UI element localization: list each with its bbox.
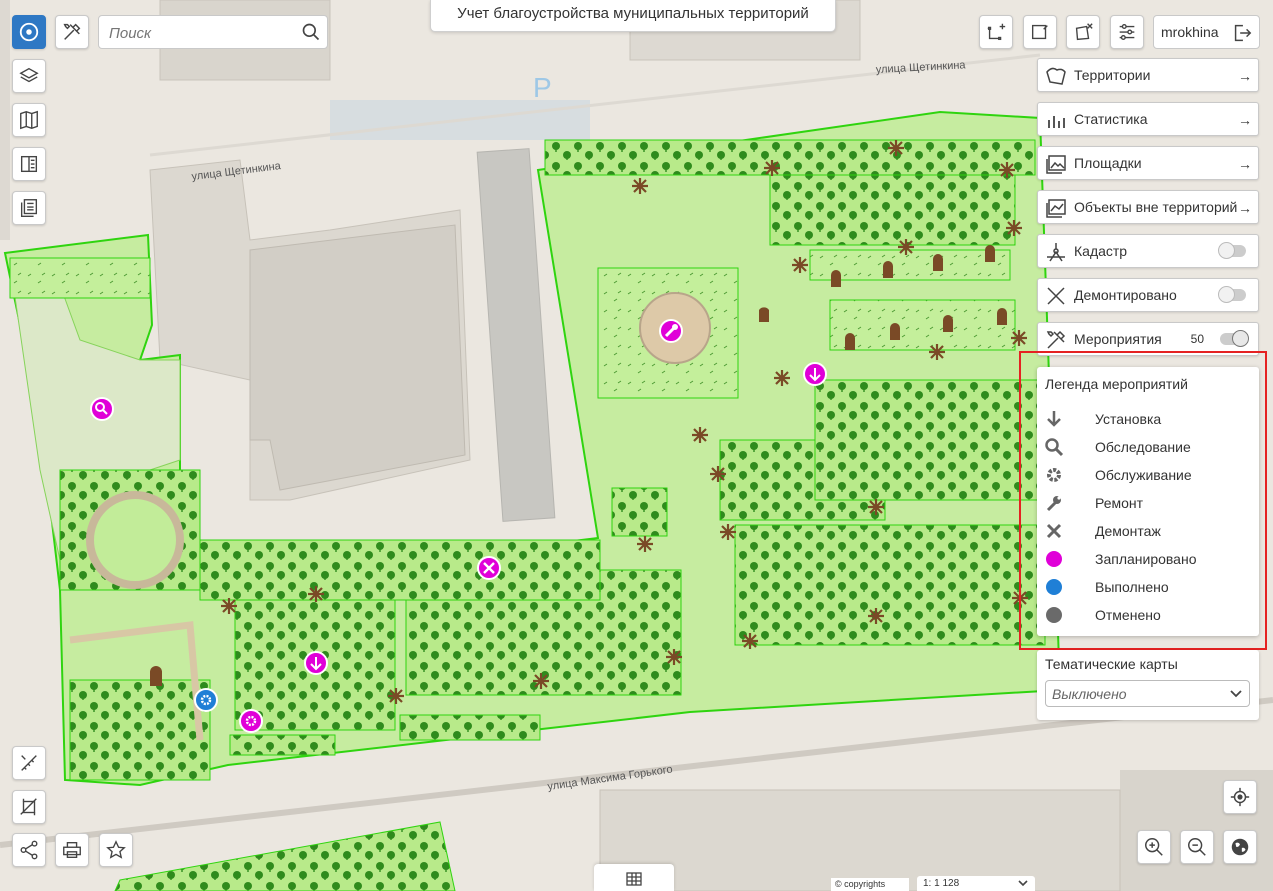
app-logo-button[interactable] (12, 15, 46, 49)
ruler-line-icon (21, 755, 37, 771)
cadastre-toggle[interactable] (1218, 242, 1246, 259)
chevron-down-icon (1230, 690, 1242, 698)
globe-icon (1231, 838, 1249, 856)
tools-icon (63, 23, 81, 40)
compare-icon (20, 155, 38, 173)
thematic-select-value: Выключено (1052, 686, 1127, 702)
parking-label: P (533, 72, 552, 103)
arrow-right-icon: → (1238, 112, 1252, 128)
cross-icon (1047, 287, 1065, 305)
share-button[interactable] (12, 833, 46, 867)
app-title: Учет благоустройства муниципальных терри… (430, 0, 836, 32)
scale-value: 1: 1 128 (923, 878, 960, 889)
zoom-out-icon (1188, 838, 1206, 856)
share-icon (20, 840, 38, 860)
panel-label: Объекты вне территорий (1074, 199, 1238, 215)
panel-statistics[interactable]: Статистика → (1037, 102, 1259, 136)
ruler-area-icon (20, 798, 37, 816)
cadastre-icon (1047, 243, 1065, 262)
table-icon (626, 872, 642, 886)
territory-icon (1046, 67, 1066, 85)
event-marker-repair[interactable] (659, 319, 683, 343)
zoom-in-button[interactable] (1137, 830, 1171, 864)
chevron-down-icon (1018, 880, 1028, 887)
panel-label: Площадки (1074, 155, 1142, 171)
dismantled-toggle[interactable] (1218, 286, 1246, 303)
image-chart-icon (1046, 199, 1066, 218)
legend-highlight-frame (1019, 351, 1267, 650)
crosshair-icon (1230, 787, 1250, 807)
zoom-in-icon (1145, 838, 1163, 856)
tools-button[interactable] (55, 15, 89, 49)
sliders-icon (1119, 23, 1135, 41)
print-button[interactable] (55, 833, 89, 867)
favorites-button[interactable] (99, 833, 133, 867)
thematic-maps: Тематические карты Выключено (1037, 650, 1259, 720)
tools-icon (1046, 330, 1066, 349)
polygon-add-icon (987, 23, 1006, 41)
search-input[interactable] (107, 22, 296, 44)
panel-outside-objects[interactable]: Объекты вне территорий → (1037, 190, 1259, 224)
user-name: mrokhina (1161, 24, 1219, 40)
event-marker-service-planned[interactable] (239, 709, 263, 733)
events-toggle[interactable] (1220, 330, 1249, 347)
copyright-text: © copyrights (831, 878, 909, 891)
search-icon[interactable] (301, 22, 321, 42)
layers-button[interactable] (12, 59, 46, 93)
polygon-delete-icon (1075, 23, 1093, 41)
event-marker-service-done[interactable] (194, 688, 218, 712)
basemap-button[interactable] (12, 103, 46, 137)
measure-area-button[interactable] (12, 790, 46, 824)
globe-button[interactable] (1223, 830, 1257, 864)
arrow-right-icon: → (1238, 156, 1252, 172)
panel-cadastre[interactable]: Кадастр (1037, 234, 1259, 268)
arrow-right-icon: → (1238, 200, 1252, 216)
event-marker-install-1[interactable] (803, 362, 827, 386)
logout-icon[interactable] (1231, 22, 1253, 44)
compare-button[interactable] (12, 147, 46, 181)
event-marker-dismantle[interactable] (477, 556, 501, 580)
panel-label: Мероприятия (1074, 331, 1162, 347)
settings-button[interactable] (1110, 15, 1144, 49)
arrow-right-icon: → (1238, 68, 1252, 84)
map-icon (20, 110, 38, 130)
logo-icon (19, 22, 39, 42)
image-icon (1046, 155, 1066, 174)
panel-label: Территории (1074, 67, 1151, 83)
panel-territories[interactable]: Территории → (1037, 58, 1259, 92)
zoom-out-button[interactable] (1180, 830, 1214, 864)
search-box[interactable] (98, 15, 328, 49)
scale-selector[interactable]: 1: 1 128 (917, 876, 1035, 891)
event-marker-install-2[interactable] (304, 651, 328, 675)
user-menu[interactable]: mrokhina (1153, 15, 1260, 49)
measure-length-button[interactable] (12, 746, 46, 780)
printer-icon (63, 841, 81, 859)
documents-button[interactable] (12, 191, 46, 225)
documents-icon (20, 199, 38, 217)
thematic-label: Тематические карты (1045, 656, 1178, 672)
panel-label: Кадастр (1074, 243, 1128, 259)
delete-polygon-button[interactable] (1066, 15, 1100, 49)
events-count: 50 (1190, 332, 1204, 346)
panel-dismantled[interactable]: Демонтировано (1037, 278, 1259, 312)
star-icon (106, 840, 126, 859)
table-toggle-tab[interactable] (594, 864, 674, 891)
edit-polygon-button[interactable] (1023, 15, 1057, 49)
layers-icon (19, 67, 39, 83)
bar-chart-icon (1048, 116, 1065, 128)
locate-button[interactable] (1223, 780, 1257, 814)
panel-label: Демонтировано (1074, 287, 1177, 303)
polygon-edit-icon (1031, 24, 1048, 40)
panel-label: Статистика (1074, 111, 1148, 127)
event-marker-inspection[interactable] (90, 397, 114, 421)
panel-sites[interactable]: Площадки → (1037, 146, 1259, 180)
thematic-select[interactable]: Выключено (1045, 680, 1250, 707)
draw-polygon-button[interactable] (979, 15, 1013, 49)
